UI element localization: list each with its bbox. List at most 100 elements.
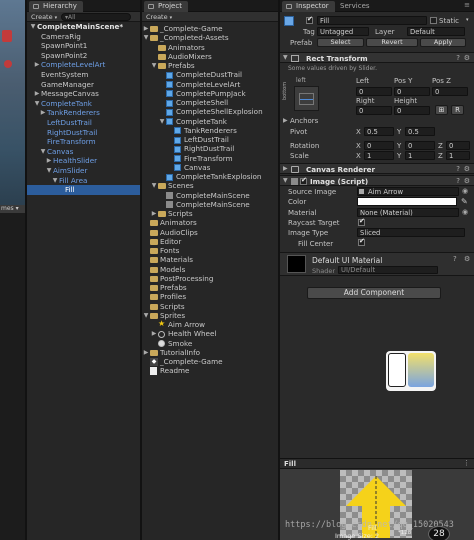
- object-picker-icon[interactable]: ◉: [462, 208, 468, 216]
- scale-z-field[interactable]: 1: [446, 151, 470, 160]
- hierarchy-item[interactable]: Fill: [27, 185, 140, 196]
- hierarchy-create-button[interactable]: Create: [31, 13, 57, 21]
- source-image-field[interactable]: Aim Arrow: [357, 187, 459, 196]
- tab-project[interactable]: Project: [144, 1, 188, 12]
- expand-arrow-icon[interactable]: ▼: [33, 99, 41, 109]
- object-name-field[interactable]: Fill: [317, 16, 427, 25]
- expand-arrow-icon[interactable]: ▼: [29, 22, 37, 32]
- settings-gear-icon[interactable]: ⚙: [464, 255, 470, 263]
- object-picker-icon[interactable]: ◉: [462, 187, 468, 195]
- help-icon[interactable]: ?: [456, 165, 460, 173]
- preview-menu-icon[interactable]: ⋮: [463, 459, 470, 467]
- settings-gear-icon[interactable]: ⚙: [464, 177, 470, 185]
- rot-y-field[interactable]: 0: [405, 141, 435, 150]
- anchor-preset-button[interactable]: [294, 86, 319, 111]
- expand-arrow-icon[interactable]: ▼: [51, 176, 59, 186]
- image-script-header[interactable]: ▼ Image (Script) ? ⚙: [280, 175, 474, 186]
- expand-arrow-icon[interactable]: ▼: [39, 147, 47, 157]
- tab-services[interactable]: Services: [332, 1, 376, 12]
- add-component-button[interactable]: Add Component: [307, 287, 441, 299]
- eyedropper-icon[interactable]: ✎: [461, 197, 468, 206]
- height-field[interactable]: 0: [394, 106, 430, 115]
- preview-header[interactable]: Fill ⋮: [280, 459, 474, 469]
- collapse-arrow-icon[interactable]: ▶: [283, 165, 288, 172]
- canvas-renderer-header[interactable]: ▶ Canvas Renderer ? ⚙: [280, 163, 474, 174]
- scale-x-field[interactable]: 1: [364, 151, 394, 160]
- collapse-arrow-icon[interactable]: ▶: [39, 108, 47, 118]
- scene-root-item[interactable]: ▼ CompleteMainScene*: [27, 22, 140, 32]
- static-checkbox[interactable]: [430, 17, 437, 24]
- pivot-x-field[interactable]: 0.5: [364, 127, 394, 136]
- folder-icon: [150, 266, 158, 273]
- prefab-select-button[interactable]: Select: [317, 38, 364, 47]
- scene-view[interactable]: mes ▾: [0, 0, 25, 213]
- static-dropdown-icon[interactable]: ▾: [466, 17, 469, 23]
- hierarchy-item[interactable]: RightDustTrail: [27, 128, 140, 138]
- hierarchy-item[interactable]: ▼ Canvas: [27, 147, 140, 157]
- rot-z-field[interactable]: 0: [446, 141, 470, 150]
- hierarchy-search-input[interactable]: ▾All: [61, 13, 131, 21]
- posy-field[interactable]: 0: [394, 87, 430, 96]
- blueprint-mode-button[interactable]: ⊞: [435, 105, 448, 115]
- collapse-arrow-icon[interactable]: ▶: [33, 89, 41, 99]
- anchors-arrow-icon[interactable]: ▶: [283, 117, 288, 124]
- hierarchy-item[interactable]: ▶ TankRenderers: [27, 108, 140, 118]
- collapse-arrow-icon[interactable]: ▶: [33, 60, 41, 70]
- raycast-checkbox[interactable]: [358, 217, 365, 226]
- active-checkbox[interactable]: [306, 15, 313, 24]
- hierarchy-item[interactable]: ▼ AimSlider: [27, 166, 140, 176]
- rect-transform-header[interactable]: ▼ Rect Transform ? ⚙: [280, 52, 474, 63]
- prefab-apply-button[interactable]: Apply: [420, 38, 466, 47]
- hierarchy-item[interactable]: ▶ MessageCanvas: [27, 89, 140, 99]
- collapse-arrow-icon[interactable]: ▼: [283, 54, 288, 61]
- help-icon[interactable]: ?: [456, 54, 460, 62]
- posz-field[interactable]: 0: [432, 87, 468, 96]
- project-item[interactable]: Readme: [142, 366, 278, 376]
- hierarchy-item[interactable]: ▶ CompleteLevelArt: [27, 60, 140, 70]
- hierarchy-item[interactable]: GameManager: [27, 80, 140, 90]
- settings-gear-icon[interactable]: ⚙: [464, 165, 470, 173]
- hierarchy-item[interactable]: EventSystem: [27, 70, 140, 80]
- hierarchy-item[interactable]: ▼ CompleteTank: [27, 99, 140, 109]
- readme-icon: [150, 367, 157, 376]
- tag-dropdown[interactable]: Untagged: [317, 27, 369, 36]
- settings-gear-icon[interactable]: ⚙: [464, 54, 470, 62]
- color-swatch[interactable]: [357, 197, 457, 206]
- hierarchy-item[interactable]: CameraRig: [27, 32, 140, 42]
- collapse-arrow-icon[interactable]: ▼: [283, 177, 288, 184]
- help-icon[interactable]: ?: [456, 177, 460, 185]
- collapse-arrow-icon[interactable]: ▶: [45, 156, 53, 166]
- image-enabled-checkbox[interactable]: [300, 176, 307, 185]
- color-label: Color: [288, 198, 307, 206]
- raw-edit-button[interactable]: R: [451, 105, 464, 115]
- hierarchy-item[interactable]: LeftDustTrail: [27, 118, 140, 128]
- hierarchy-item[interactable]: SpawnPoint2: [27, 51, 140, 61]
- hierarchy-item[interactable]: FireTransform: [27, 137, 140, 147]
- folder-icon: [158, 183, 166, 190]
- left-field[interactable]: 0: [356, 87, 392, 96]
- hierarchy-item[interactable]: ▶ HealthSlider: [27, 156, 140, 166]
- project-create-button[interactable]: Create: [146, 13, 172, 21]
- scale-y-field[interactable]: 1: [405, 151, 435, 160]
- hierarchy-item-label: Fill: [65, 185, 75, 195]
- tab-inspector[interactable]: Inspector: [282, 1, 335, 12]
- panel-menu-icon[interactable]: ≡: [464, 1, 470, 9]
- hierarchy-item[interactable]: SpawnPoint1: [27, 41, 140, 51]
- folder-icon: [150, 229, 158, 236]
- project-tabbar: Project: [142, 0, 278, 12]
- tab-hierarchy[interactable]: Hierarchy: [29, 1, 83, 12]
- material-field[interactable]: None (Material): [357, 208, 459, 217]
- image-type-dropdown[interactable]: Sliced: [357, 228, 465, 237]
- star-sprite-icon: ★: [158, 319, 166, 328]
- fill-center-checkbox[interactable]: [358, 237, 365, 246]
- help-icon[interactable]: ?: [453, 255, 457, 263]
- rot-x-field[interactable]: 0: [364, 141, 394, 150]
- pivot-y-field[interactable]: 0.5: [405, 127, 435, 136]
- hierarchy-tabbar: Hierarchy: [27, 0, 140, 12]
- hierarchy-item[interactable]: ▼ Fill Area: [27, 176, 140, 186]
- expand-arrow-icon[interactable]: ▼: [45, 166, 53, 176]
- layer-dropdown[interactable]: Default: [407, 27, 465, 36]
- prefab-revert-button[interactable]: Revert: [366, 38, 418, 47]
- right-field[interactable]: 0: [356, 106, 392, 115]
- shader-dropdown[interactable]: UI/Default: [338, 266, 438, 274]
